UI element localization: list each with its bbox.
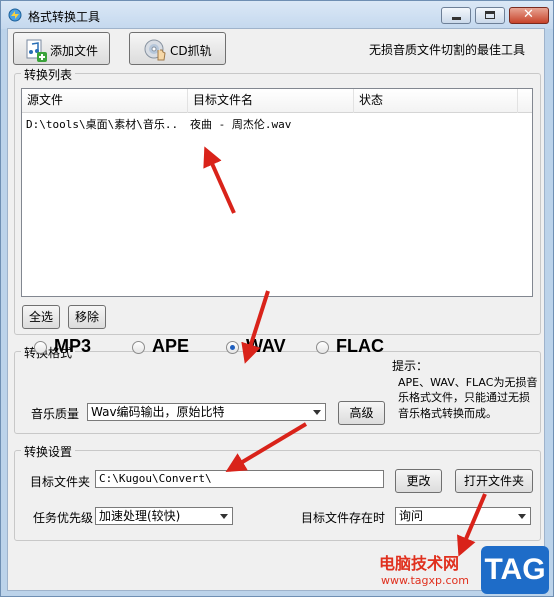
list-item-source: D:\tools\桌面\素材\音乐.. bbox=[26, 118, 179, 131]
radio-ape-label: APE bbox=[152, 336, 190, 356]
list-item[interactable]: D:\tools\桌面\素材\音乐.. 夜曲 - 周杰伦.wav bbox=[22, 115, 532, 133]
app-icon bbox=[8, 8, 22, 22]
minimize-icon bbox=[452, 17, 461, 20]
close-button[interactable]: ✕ bbox=[509, 7, 549, 24]
remove-button[interactable]: 移除 bbox=[68, 305, 106, 329]
watermark-tag-logo: TAG bbox=[481, 546, 549, 594]
close-icon: ✕ bbox=[523, 7, 534, 22]
convert-list-title: 转换列表 bbox=[21, 66, 76, 83]
watermark: 电脑技术网 www.tagxp.com TAG bbox=[377, 546, 554, 597]
priority-value: 加速处理(较快) bbox=[99, 509, 181, 523]
radio-circle bbox=[132, 341, 145, 354]
target-folder-label: 目标文件夹 bbox=[30, 475, 91, 489]
radio-mp3-label: MP3 bbox=[54, 336, 92, 356]
file-list[interactable]: 源文件 目标文件名 状态 D:\tools\桌面\素材\音乐.. 夜曲 - 周杰… bbox=[21, 88, 533, 297]
radio-flac-label: FLAC bbox=[336, 336, 384, 356]
settings-group: 转换设置 bbox=[14, 443, 541, 541]
exists-label: 目标文件存在时 bbox=[301, 511, 386, 525]
window-title: 格式转换工具 bbox=[28, 10, 101, 24]
maximize-icon bbox=[485, 11, 495, 19]
radio-circle-selected bbox=[226, 341, 239, 354]
hint-box: 提示： APE、WAV、FLAC为无损音乐格式文件，只能通过无损音乐格式转换而成… bbox=[392, 359, 540, 421]
column-source[interactable]: 源文件 bbox=[22, 89, 188, 113]
add-file-label: 添加文件 bbox=[50, 44, 99, 58]
exists-value: 询问 bbox=[399, 509, 424, 523]
chevron-down-icon bbox=[220, 514, 228, 519]
cd-rip-button[interactable]: CD抓轨 bbox=[129, 32, 226, 65]
list-header: 源文件 目标文件名 状态 bbox=[22, 89, 532, 113]
column-target[interactable]: 目标文件名 bbox=[188, 89, 354, 113]
radio-selected-dot bbox=[230, 345, 235, 350]
radio-circle bbox=[316, 341, 329, 354]
priority-select[interactable]: 加速处理(较快) bbox=[95, 507, 233, 525]
chevron-down-icon bbox=[313, 410, 321, 415]
cd-rip-label: CD抓轨 bbox=[170, 44, 212, 58]
quality-label: 音乐质量 bbox=[31, 407, 80, 421]
change-button[interactable]: 更改 bbox=[395, 469, 442, 493]
chevron-down-icon bbox=[518, 514, 526, 519]
minimize-button[interactable] bbox=[441, 7, 471, 24]
radio-wav-label: WAV bbox=[246, 336, 286, 356]
watermark-site-url: www.tagxp.com bbox=[381, 574, 469, 587]
open-folder-button[interactable]: 打开文件夹 bbox=[455, 469, 533, 493]
add-music-icon bbox=[26, 39, 47, 62]
quality-select[interactable]: Wav编码输出，原始比特 bbox=[87, 403, 326, 421]
settings-group-title: 转换设置 bbox=[21, 443, 76, 460]
cd-icon bbox=[144, 39, 166, 61]
hint-body: APE、WAV、FLAC为无损音乐格式文件，只能通过无损音乐格式转换而成。 bbox=[398, 375, 538, 420]
quality-value: Wav编码输出，原始比特 bbox=[91, 405, 225, 419]
radio-circle bbox=[34, 341, 47, 354]
advanced-button[interactable]: 高级 bbox=[338, 401, 385, 425]
select-all-button[interactable]: 全选 bbox=[22, 305, 60, 329]
maximize-button[interactable] bbox=[475, 7, 505, 24]
target-folder-input[interactable]: C:\Kugou\Convert\ bbox=[95, 470, 384, 488]
title-bar: 格式转换工具 ✕ bbox=[1, 1, 553, 29]
slogan-text: 无损音质文件切割的最佳工具 bbox=[369, 43, 526, 57]
column-status[interactable]: 状态 bbox=[354, 89, 518, 113]
add-file-button[interactable]: 添加文件 bbox=[13, 32, 110, 65]
watermark-site-name: 电脑技术网 bbox=[379, 554, 460, 573]
priority-label: 任务优先级 bbox=[33, 511, 94, 525]
hint-title: 提示： bbox=[392, 359, 429, 373]
list-item-target: 夜曲 - 周杰伦.wav bbox=[190, 118, 292, 131]
exists-select[interactable]: 询问 bbox=[395, 507, 531, 525]
